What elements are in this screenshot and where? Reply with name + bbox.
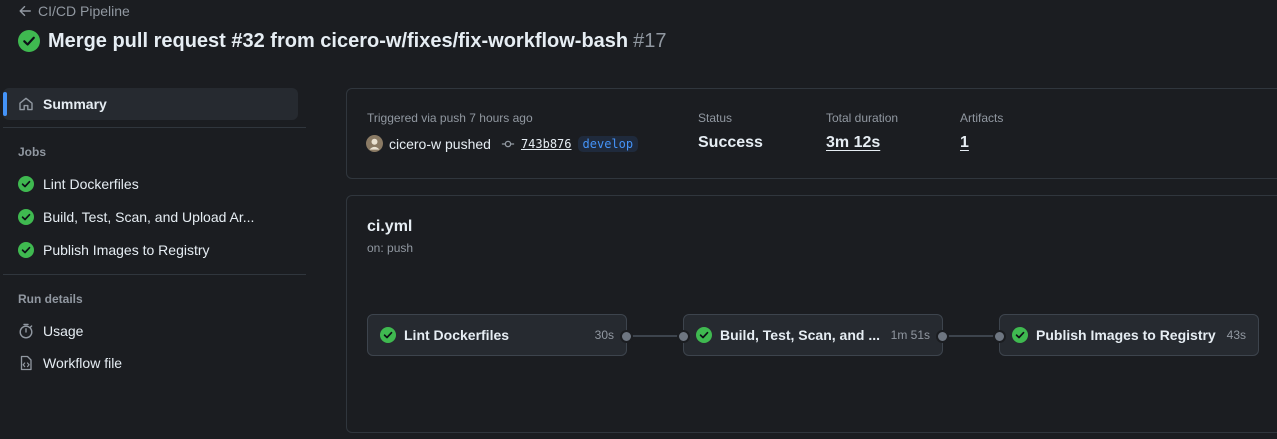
job-node-label: Lint Dockerfiles (404, 327, 510, 343)
connector-dot (677, 330, 690, 343)
file-code-icon (18, 355, 34, 371)
connector-dot (620, 330, 633, 343)
sidebar-usage-label: Usage (43, 323, 84, 339)
job-node-build[interactable]: Build, Test, Scan, and ... 1m 51s (683, 314, 943, 356)
sidebar-job-label: Lint Dockerfiles (43, 176, 139, 192)
branch-badge[interactable]: develop (577, 135, 639, 152)
sidebar-workflow-file-label: Workflow file (43, 355, 123, 371)
run-number: #17 (633, 29, 667, 52)
back-link-label: CI/CD Pipeline (38, 3, 130, 19)
home-icon (18, 96, 34, 112)
job-node-lint[interactable]: Lint Dockerfiles 30s (367, 314, 627, 356)
sidebar-job-lint[interactable]: Lint Dockerfiles (18, 174, 139, 194)
back-link[interactable]: CI/CD Pipeline (18, 3, 130, 19)
job-connector (944, 335, 999, 337)
stopwatch-icon (18, 323, 34, 339)
success-check-icon (18, 30, 40, 52)
artifacts-link[interactable]: 1 (960, 134, 969, 152)
artifacts-label: Artifacts (960, 111, 1004, 125)
sidebar-item-usage[interactable]: Usage (18, 321, 83, 341)
sidebar-divider (3, 127, 306, 128)
workflow-file-name: ci.yml (367, 218, 413, 235)
sidebar-job-label: Publish Images to Registry (43, 242, 210, 258)
sidebar-job-build[interactable]: Build, Test, Scan, and Upload Ar... (18, 207, 254, 227)
git-commit-icon (501, 137, 515, 151)
success-check-icon (18, 176, 34, 192)
run-title: Merge pull request #32 from cicero-w/fix… (48, 29, 629, 52)
status-value: Success (698, 134, 763, 151)
duration-label: Total duration (826, 111, 899, 125)
arrow-left-icon (18, 4, 32, 18)
job-node-duration: 1m 51s (890, 328, 930, 342)
job-node-label: Publish Images to Registry (1036, 327, 1216, 343)
sidebar-summary-link[interactable]: Summary (18, 94, 107, 114)
sidebar-summary-label: Summary (43, 96, 107, 112)
avatar[interactable] (366, 135, 383, 152)
success-check-icon (1012, 327, 1028, 343)
jobs-heading: Jobs (18, 145, 47, 159)
trigger-label: Triggered via push 7 hours ago (367, 111, 533, 125)
page-title: Merge pull request #32 from cicero-w/fix… (18, 28, 667, 54)
workflow-trigger: on: push (367, 241, 414, 255)
success-check-icon (18, 242, 34, 258)
run-details-heading: Run details (18, 292, 83, 306)
job-node-publish[interactable]: Publish Images to Registry 43s (999, 314, 1259, 356)
sidebar-item-workflow-file[interactable]: Workflow file (18, 353, 122, 373)
job-node-label: Build, Test, Scan, and ... (720, 327, 880, 343)
success-check-icon (18, 209, 34, 225)
success-check-icon (380, 327, 396, 343)
push-info: cicero-w pushed 743b876 develop (366, 135, 639, 152)
status-label: Status (698, 111, 733, 125)
run-summary-card (346, 88, 1277, 179)
job-connector (628, 335, 683, 337)
duration-link[interactable]: 3m 12s (826, 134, 880, 152)
connector-dot (993, 330, 1006, 343)
success-check-icon (696, 327, 712, 343)
actor-name[interactable]: cicero-w pushed (389, 136, 491, 152)
job-node-duration: 30s (594, 328, 614, 342)
sidebar-job-label: Build, Test, Scan, and Upload Ar... (43, 209, 255, 225)
connector-dot (936, 330, 949, 343)
active-indicator (3, 92, 7, 116)
sidebar-job-publish[interactable]: Publish Images to Registry (18, 240, 210, 260)
commit-sha-link[interactable]: 743b876 (521, 137, 572, 151)
sidebar-divider (3, 274, 306, 275)
job-node-duration: 43s (1226, 328, 1246, 342)
